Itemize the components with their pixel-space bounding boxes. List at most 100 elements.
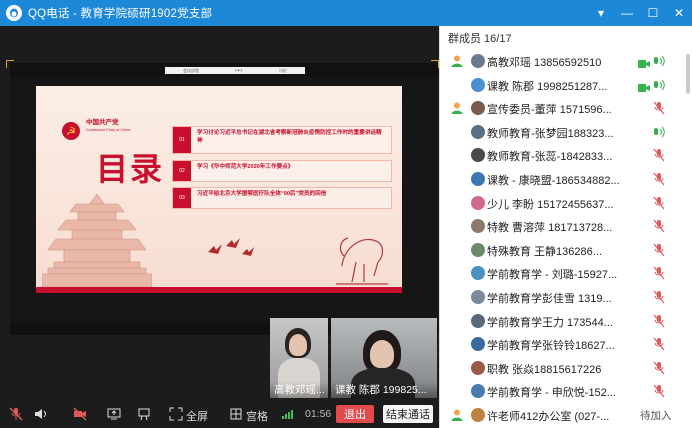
avatar: [471, 266, 485, 281]
member-name: 课教 陈郡 1998251287...: [487, 80, 608, 93]
member-row[interactable]: 特教 曹溶萍 181713728...: [440, 215, 692, 239]
slide-frame: ☭ 中国共产党 Communist Party of China 目录 01 学…: [10, 77, 438, 323]
avatar: [471, 219, 485, 234]
temple-of-heaven-illustration: [42, 193, 152, 287]
agenda-item: 03 习近平给北京大学援鄂医疗队全体“90后”党员的回信: [172, 187, 392, 209]
agenda-item: 02 学习《华中师范大学2020年工作要点》: [172, 160, 392, 182]
party-emblem-icon: ☭: [62, 122, 80, 140]
grid-label[interactable]: 宫格: [246, 408, 268, 424]
agenda-item-text: 学习讨论习近平总书记在湖北省考察新冠肺炎疫情防控工作时的重要讲话精神: [197, 130, 382, 144]
member-name: 职教 张焱18815617226: [487, 363, 602, 376]
avatar: [471, 124, 485, 139]
member-row[interactable]: 少儿 李盼 15172455637...: [440, 192, 692, 216]
agenda-item: 01 学习讨论习近平总书记在湖北省考察新冠肺炎疫情防控工作时的重要讲话精神: [172, 126, 392, 154]
avatar: [471, 101, 485, 116]
member-row[interactable]: 学前教育学 - 申欣悦-152...: [440, 380, 692, 404]
member-name: 学前教育学王力 173544...: [487, 316, 613, 329]
speaker-icon[interactable]: [32, 406, 48, 422]
title-bar: QQ电话 - 教育学院硕研1902党支部 ▾ — ☐ ✕: [0, 0, 692, 26]
avatar: [471, 290, 485, 304]
avatar: [471, 148, 485, 163]
member-name: 教师教育-张蕊-1842833...: [487, 151, 613, 164]
member-name: 高教邓瑶 13856592510: [487, 57, 602, 69]
avatar: [471, 313, 485, 328]
mic-muted-icon: [653, 337, 665, 351]
member-row[interactable]: 宣传委员-董萍 1571596...: [440, 97, 692, 121]
camera-off-icon[interactable]: [72, 406, 88, 422]
presentation-slide: ☭ 中国共产党 Communist Party of China 目录 01 学…: [36, 86, 402, 293]
mic-muted-icon: [653, 243, 665, 257]
dropdown-icon[interactable]: ▾: [588, 0, 614, 26]
qq-logo-icon: [6, 5, 22, 21]
member-row[interactable]: 许老师412办公室 (027-... 待加入: [440, 404, 692, 428]
agenda-item-number: 01: [173, 127, 191, 153]
signal-strength-icon: [282, 409, 300, 419]
exit-button[interactable]: 退出: [336, 405, 374, 423]
share-screen-icon[interactable]: [106, 406, 122, 422]
call-timer: 01:56: [305, 408, 332, 420]
avatar: [471, 408, 485, 422]
member-row[interactable]: 职教 张焱18815617226: [440, 357, 692, 381]
whiteboard-icon[interactable]: [136, 406, 152, 422]
mic-muted-icon: [653, 172, 665, 186]
horse-sculpture-illustration: [336, 237, 388, 285]
minimize-button[interactable]: —: [614, 0, 640, 26]
member-name: 课教 - 康晓盟-186534882...: [487, 175, 620, 187]
shared-toolbar-text: 讨论: [278, 67, 287, 73]
member-row[interactable]: 课教 陈郡 1998251287...: [440, 74, 692, 98]
agenda-item-number: 03: [173, 188, 191, 208]
shared-toolbar-text: 会议议程: [183, 67, 200, 73]
birds-illustration: [208, 238, 254, 256]
member-name: 学前教育学张铃铃18627...: [487, 340, 615, 353]
avatar: [471, 360, 485, 375]
member-row[interactable]: 学前教育学 - 刘璐-15927...: [440, 262, 692, 286]
fullscreen-icon[interactable]: [168, 406, 184, 422]
member-row[interactable]: 特殊教育 王静136286...: [440, 239, 692, 263]
participant-name: 课教 陈郡 199825...: [331, 382, 437, 398]
slide-heading: 目录: [96, 150, 165, 188]
member-count-header: 群成员 16/17: [448, 33, 512, 45]
member-name: 少儿 李盼 15172455637...: [487, 198, 614, 211]
mic-muted-icon: [653, 196, 665, 210]
member-row[interactable]: 学前教育学彭佳雪 1319...: [440, 286, 692, 310]
party-name-en: Communist Party of China: [86, 128, 131, 132]
participant-video[interactable]: 高教邓瑶...: [270, 318, 328, 398]
member-row[interactable]: 学前教育学张铃铃18627...: [440, 333, 692, 357]
fullscreen-label[interactable]: 全屏: [186, 408, 208, 424]
participant-face: [289, 334, 307, 356]
party-name-cn: 中国共产党: [86, 119, 119, 126]
close-button[interactable]: ✕: [666, 0, 692, 26]
member-row[interactable]: 高教邓瑶 13856592510: [440, 50, 692, 74]
agenda-item-number: 02: [173, 161, 191, 181]
agenda-item-text: 学习《华中师范大学2020年工作要点》: [197, 164, 294, 170]
member-row[interactable]: 学前教育学王力 173544...: [440, 310, 692, 334]
grid-icon[interactable]: [228, 406, 244, 422]
mic-muted-icon: [653, 361, 665, 375]
window-title: QQ电话 - 教育学院硕研1902党支部: [28, 8, 213, 20]
end-call-button[interactable]: 结束通话: [383, 405, 433, 423]
member-row[interactable]: 课教 - 康晓盟-186534882...: [440, 168, 692, 192]
mic-on-icon: [653, 125, 665, 139]
member-row[interactable]: 教师教育-张蕊-1842833...: [440, 144, 692, 168]
mic-muted-icon[interactable]: [8, 406, 24, 422]
participant-name: 高教邓瑶...: [270, 382, 328, 398]
member-name: 许老师412办公室 (027-...: [487, 411, 610, 423]
camera-on-icon: [638, 80, 650, 92]
shared-window-toolbar: 会议议程 PPT 讨论: [165, 67, 305, 74]
member-name: 学前教育学 - 申欣悦-152...: [487, 387, 616, 400]
avatar: [471, 384, 485, 399]
screen-share-view[interactable]: 会议议程 PPT 讨论 ☭ 中国共产党 Communist Party of C…: [10, 63, 438, 346]
member-row[interactable]: 教师教育-张梦园188323...: [440, 121, 692, 145]
mic-muted-icon: [653, 266, 665, 280]
member-name: 学前教育学 - 刘璐-15927...: [487, 269, 618, 282]
avatar: [471, 242, 485, 257]
participant-face: [370, 340, 394, 368]
member-name: 特殊教育 王静136286...: [487, 245, 602, 258]
participant-video[interactable]: 课教 陈郡 199825...: [331, 318, 437, 398]
admin-badge-icon: [450, 408, 464, 422]
mic-on-icon: [653, 54, 665, 68]
maximize-button[interactable]: ☐: [640, 0, 666, 26]
mic-muted-icon: [653, 101, 665, 115]
shared-toolbar-text: PPT: [235, 68, 243, 73]
avatar: [471, 54, 485, 68]
